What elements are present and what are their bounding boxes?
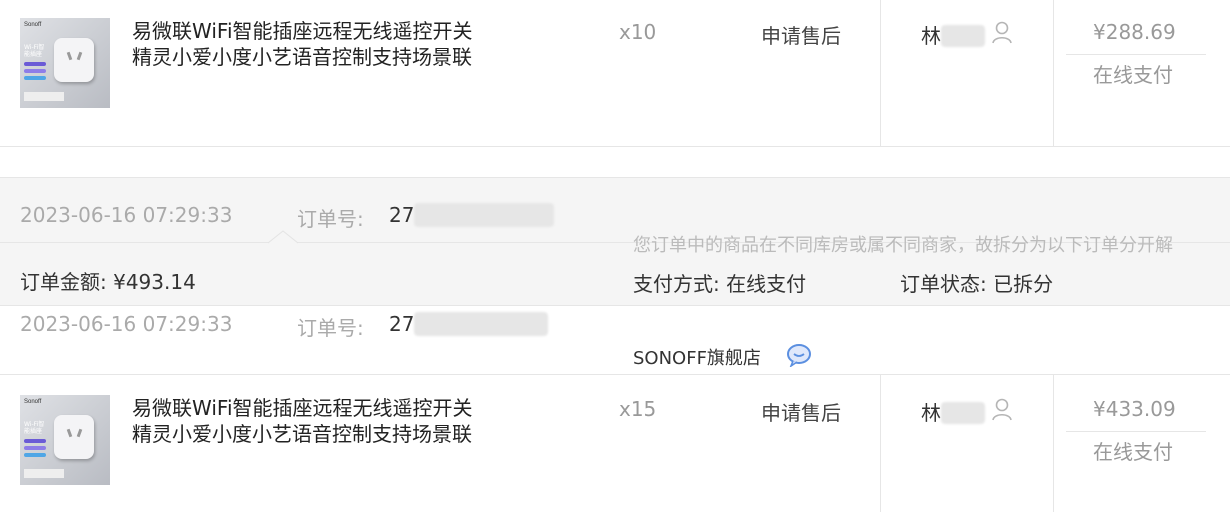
suborder-datetime: 2023-06-16 07:29:33 xyxy=(20,312,233,336)
row-divider xyxy=(0,305,1230,306)
row-divider xyxy=(0,374,1230,375)
thumbnail-brand-text: Sonoff xyxy=(24,399,42,405)
product-name-line: 精灵小爱小度小艺语音控制支持场景联 xyxy=(132,422,472,446)
thumbnail-badge xyxy=(24,446,46,450)
recipient[interactable]: 林 xyxy=(921,397,1013,426)
order-number-label: 订单号: xyxy=(297,207,364,231)
smart-plug-image xyxy=(54,38,94,82)
chat-bubble-icon[interactable] xyxy=(786,343,812,367)
redacted-name xyxy=(941,402,985,424)
order-number[interactable]: 27 xyxy=(389,203,555,227)
column-divider xyxy=(880,375,881,512)
order-status: 订单状态: 已拆分 xyxy=(900,272,1054,296)
suborder-number-label: 订单号: xyxy=(297,316,364,340)
payment-method: 在线支付 xyxy=(1093,63,1173,87)
recipient-name: 林 xyxy=(921,24,941,48)
caret-up-icon xyxy=(268,230,298,244)
quantity: x10 xyxy=(619,20,657,44)
quantity: x15 xyxy=(619,397,657,421)
product-thumbnail[interactable]: Sonoff Wi-Fi智能插座 xyxy=(20,395,110,485)
thumbnail-brand-text: Sonoff xyxy=(24,22,42,28)
product-name-link[interactable]: 易微联WiFi智能插座远程无线遥控开关 精灵小爱小度小艺语音控制支持场景联 xyxy=(132,18,512,70)
thumbnail-badge xyxy=(24,453,46,457)
product-name-link[interactable]: 易微联WiFi智能插座远程无线遥控开关 精灵小爱小度小艺语音控制支持场景联 xyxy=(132,395,512,447)
recipient[interactable]: 林 xyxy=(921,20,1013,49)
payment-method-info: 支付方式: 在线支付 xyxy=(633,272,807,296)
redacted-order-number xyxy=(414,312,549,336)
thumbnail-title-text: Wi-Fi智能插座 xyxy=(24,44,45,58)
order-price: ¥288.69 xyxy=(1093,20,1176,44)
product-name-line: 精灵小爱小度小艺语音控制支持场景联 xyxy=(132,45,472,69)
product-name-line: 易微联WiFi智能插座远程无线遥控开关 xyxy=(132,19,473,43)
after-sale-button[interactable]: 申请售后 xyxy=(761,20,841,49)
column-divider xyxy=(1053,0,1054,146)
thumbnail-base-strip xyxy=(24,469,64,478)
thumbnail-badge xyxy=(24,62,46,66)
product-thumbnail[interactable]: Sonoff Wi-Fi智能插座 xyxy=(20,18,110,108)
order-amount: 订单金额: ¥493.14 xyxy=(20,270,196,294)
thumbnail-title-text: Wi-Fi智能插座 xyxy=(24,421,45,435)
suborder-number-value: 27 xyxy=(389,312,415,336)
shop-name-link[interactable]: SONOFF旗舰店 xyxy=(633,344,761,370)
after-sale-button[interactable]: 申请售后 xyxy=(761,397,841,426)
thumbnail-badge xyxy=(24,439,46,443)
order-datetime: 2023-06-16 07:29:33 xyxy=(20,203,233,227)
price-divider xyxy=(1066,431,1206,432)
product-name-line: 易微联WiFi智能插座远程无线遥控开关 xyxy=(132,396,473,420)
smart-plug-image xyxy=(54,415,94,459)
redacted-order-number xyxy=(414,203,555,227)
thumbnail-badge xyxy=(24,76,46,80)
user-icon xyxy=(992,21,1013,44)
order-price: ¥433.09 xyxy=(1093,397,1176,421)
price-divider xyxy=(1066,54,1206,55)
row-divider xyxy=(0,146,1230,147)
column-divider xyxy=(880,0,881,146)
redacted-name xyxy=(941,25,985,47)
column-divider xyxy=(1053,375,1054,512)
thumbnail-base-strip xyxy=(24,92,64,101)
suborder-number[interactable]: 27 xyxy=(389,312,549,336)
recipient-name: 林 xyxy=(921,401,941,425)
order-number-value: 27 xyxy=(389,203,415,227)
thumbnail-badge xyxy=(24,69,46,73)
payment-method: 在线支付 xyxy=(1093,440,1173,464)
user-icon xyxy=(992,398,1013,421)
